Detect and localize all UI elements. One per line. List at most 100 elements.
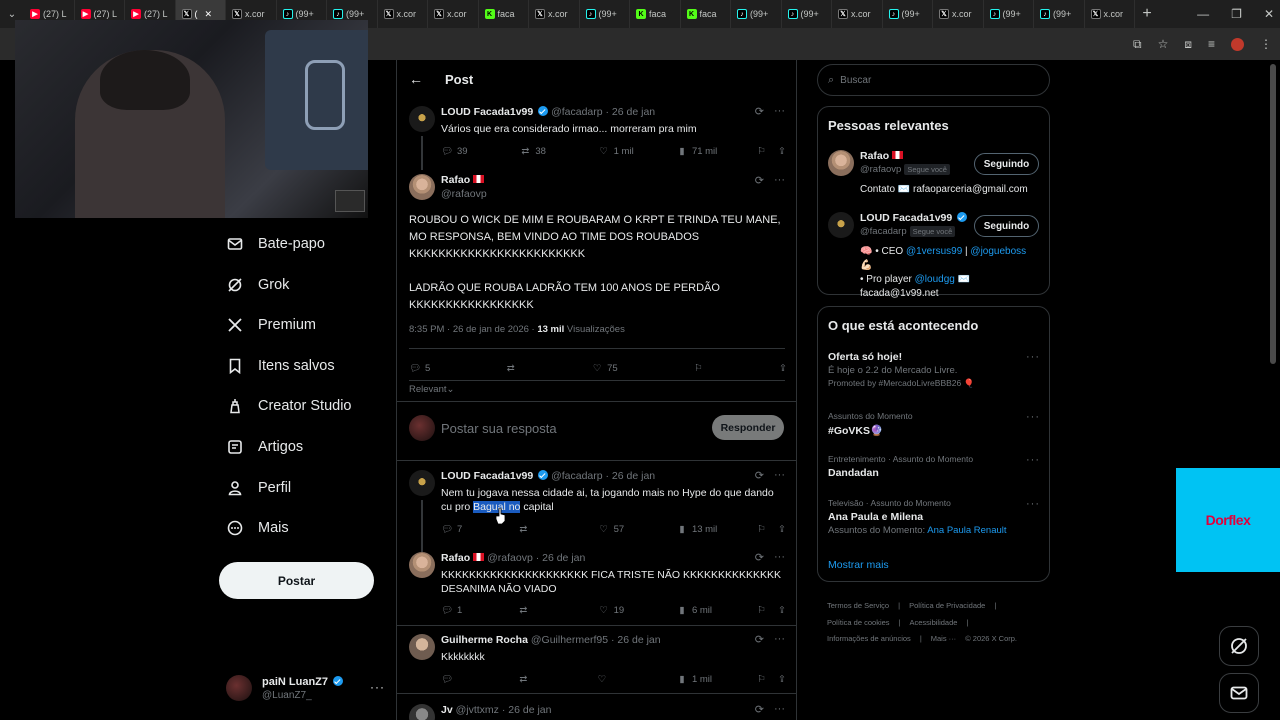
grok-icon[interactable]: ⟳ bbox=[755, 469, 764, 482]
more-dots-icon[interactable]: ··· bbox=[774, 551, 785, 564]
nav-item-premium[interactable]: Premium bbox=[226, 312, 316, 338]
browser-tab[interactable]: ♪ (99+ bbox=[1034, 0, 1085, 28]
repost-icon[interactable]: ⇄ bbox=[507, 360, 515, 376]
more-dots-icon[interactable]: ··· bbox=[774, 105, 785, 118]
views-action[interactable]: ▮ 71 mil bbox=[676, 145, 757, 157]
like-action[interactable]: ♡ 57 bbox=[598, 523, 676, 535]
like-action[interactable]: ♡ 75 bbox=[591, 360, 618, 376]
repost-icon[interactable]: ⇄ bbox=[519, 674, 597, 685]
trend-item[interactable]: Televisão · Assunto do Momento Ana Paula… bbox=[828, 498, 1040, 536]
media-controls-icon[interactable]: ≡ bbox=[1208, 37, 1215, 51]
avatar[interactable] bbox=[409, 552, 435, 578]
views-action[interactable]: ▮ 1 mil bbox=[676, 673, 757, 685]
repost-icon[interactable]: ⇄ bbox=[519, 524, 597, 535]
reply-icon[interactable]: 💬︎ bbox=[441, 674, 519, 685]
nav-item-mais[interactable]: Mais bbox=[226, 515, 289, 541]
views-action[interactable]: ▮ 13 mil bbox=[676, 523, 757, 535]
star-bookmark-icon[interactable]: ☆ bbox=[1158, 37, 1169, 51]
minimize-icon[interactable]: — bbox=[1197, 7, 1209, 21]
trend-link[interactable]: Ana Paula Renault bbox=[927, 525, 1006, 536]
reply-action[interactable]: 💬︎ 7 bbox=[441, 523, 519, 535]
bookmark-icon[interactable]: ⚐ bbox=[694, 360, 703, 376]
nav-item-itens-salvos[interactable]: Itens salvos bbox=[226, 353, 335, 379]
search-input[interactable]: ⌕ Buscar bbox=[817, 64, 1050, 96]
avatar[interactable] bbox=[409, 106, 435, 132]
browser-tab[interactable]: 𝕏x.cor bbox=[529, 0, 580, 28]
footer-link[interactable]: Termos de Serviço bbox=[827, 601, 889, 610]
maximize-icon[interactable]: ❐ bbox=[1231, 7, 1242, 21]
avatar[interactable] bbox=[409, 174, 435, 200]
cast-icon[interactable]: ⧉ bbox=[1133, 37, 1142, 52]
reply-tweet[interactable]: Guilherme Rocha @Guilhermerf95 · 26 de j… bbox=[397, 633, 796, 690]
browser-tab[interactable]: ♪ (99+ bbox=[731, 0, 782, 28]
like-action[interactable]: ♡ 1 mil bbox=[598, 145, 676, 157]
bookmark-icon[interactable]: ⚐ bbox=[757, 674, 778, 685]
sort-dropdown[interactable]: Relevant⌄ bbox=[409, 384, 454, 395]
repost-icon[interactable]: ⇄ bbox=[519, 605, 597, 616]
grok-icon[interactable]: ⟳ bbox=[755, 174, 764, 187]
footer-link[interactable]: Política de cookies bbox=[827, 618, 890, 627]
avatar[interactable] bbox=[828, 212, 854, 238]
nav-item-grok[interactable]: Grok bbox=[226, 272, 289, 298]
close-window-icon[interactable]: ✕ bbox=[1264, 7, 1274, 21]
grok-floating-button[interactable] bbox=[1219, 626, 1259, 666]
grok-icon[interactable]: ⟳ bbox=[755, 633, 764, 646]
footer-link[interactable]: Informações de anúncios bbox=[827, 634, 911, 643]
bookmark-icon[interactable]: ⚐ bbox=[757, 524, 778, 535]
share-icon[interactable]: ⇪ bbox=[778, 674, 786, 685]
views-action[interactable]: ▮ 6 mil bbox=[676, 604, 757, 616]
share-icon[interactable]: ⇪ bbox=[778, 146, 786, 157]
more-dots-icon[interactable]: ··· bbox=[370, 680, 385, 694]
browser-tab[interactable]: ♪ (99+ bbox=[984, 0, 1034, 28]
following-button[interactable]: Seguindo bbox=[974, 153, 1039, 175]
account-switcher[interactable]: paiN LuanZ7 @LuanZ7_ ··· bbox=[226, 672, 386, 706]
more-dots-icon[interactable]: ··· bbox=[1026, 498, 1040, 510]
trend-item[interactable]: Oferta só hoje! É hoje o 2.2 do Mercado … bbox=[828, 351, 1040, 389]
reply-tweet[interactable]: Rafao @rafaovp · 26 de jan ⟳ ··· KKKKKKKK… bbox=[397, 551, 796, 624]
footer-link[interactable]: Acessibilidade bbox=[910, 618, 958, 627]
more-dots-icon[interactable]: ··· bbox=[774, 703, 785, 716]
more-dots-icon[interactable]: ··· bbox=[1026, 411, 1040, 423]
browser-tab[interactable]: Kfaca bbox=[630, 0, 681, 28]
reply-tweet[interactable]: LOUD Facada1v99 @facadarp · 26 de jan ⟳ ·… bbox=[397, 469, 796, 552]
more-dots-icon[interactable]: ··· bbox=[774, 174, 785, 187]
nav-item-perfil[interactable]: Perfil bbox=[226, 475, 291, 501]
trend-item[interactable]: Entretenimento · Assunto do Momento Dand… bbox=[828, 454, 1040, 479]
avatar[interactable] bbox=[409, 470, 435, 496]
browser-tab[interactable]: 𝕏x.cor bbox=[933, 0, 984, 28]
browser-tab[interactable]: ♪ (99+ bbox=[580, 0, 630, 28]
profile-avatar-icon[interactable] bbox=[1231, 37, 1244, 51]
close-tab-icon[interactable]: ✕ bbox=[205, 9, 213, 20]
browser-tab[interactable]: ♪ (99+ bbox=[782, 0, 832, 28]
avatar[interactable] bbox=[409, 704, 435, 720]
avatar[interactable] bbox=[409, 634, 435, 660]
post-button[interactable]: Postar bbox=[219, 562, 374, 599]
heart-icon[interactable]: ♡ bbox=[598, 674, 676, 685]
more-dots-icon[interactable]: ··· bbox=[774, 633, 785, 646]
more-dots-icon[interactable]: ··· bbox=[1026, 351, 1040, 363]
nav-item-creator-studio[interactable]: Creator Studio bbox=[226, 393, 352, 419]
person-item[interactable]: Rafao @rafaovp Segue você Contato ✉️ rafa… bbox=[828, 150, 1040, 200]
bookmark-icon[interactable]: ⚐ bbox=[757, 605, 778, 616]
more-dots-icon[interactable]: ··· bbox=[774, 469, 785, 482]
browser-tab[interactable]: 𝕏x.cor bbox=[378, 0, 428, 28]
bookmark-icon[interactable]: ⚐ bbox=[757, 146, 778, 157]
repost-action[interactable]: ⇄ 38 bbox=[519, 145, 597, 157]
grok-icon[interactable]: ⟳ bbox=[755, 105, 764, 118]
dorflex-ad-banner[interactable]: Dorflex bbox=[1176, 468, 1280, 572]
parent-tweet[interactable]: LOUD Facada1v99 @facadarp · 26 de jan ⟳ ·… bbox=[397, 105, 796, 170]
footer-link[interactable]: Mais ··· bbox=[931, 634, 956, 643]
nav-item-artigos[interactable]: Artigos bbox=[226, 434, 303, 460]
reply-button[interactable]: Responder bbox=[712, 415, 784, 440]
reply-action[interactable]: 💬︎ 5 bbox=[409, 360, 430, 376]
person-item[interactable]: LOUD Facada1v99 @facadarp Segue você 🧠 • … bbox=[828, 212, 1040, 299]
reply-action[interactable]: 💬︎ 39 bbox=[441, 145, 519, 157]
trend-item[interactable]: Assuntos do Momento #GoVKS🔮 ··· bbox=[828, 411, 1040, 437]
browser-tab[interactable]: Kfaca bbox=[681, 0, 731, 28]
footer-link[interactable]: Política de Privacidade bbox=[909, 601, 985, 610]
browser-tab[interactable]: ♪ (99+ bbox=[883, 0, 933, 28]
more-dots-icon[interactable]: ··· bbox=[1026, 454, 1040, 466]
messages-floating-button[interactable] bbox=[1219, 673, 1259, 713]
reply-tweet[interactable]: Jv @jvttxmz · 26 de jan ⟳ ··· bbox=[397, 703, 796, 720]
show-more-link[interactable]: Mostrar mais bbox=[828, 559, 889, 571]
